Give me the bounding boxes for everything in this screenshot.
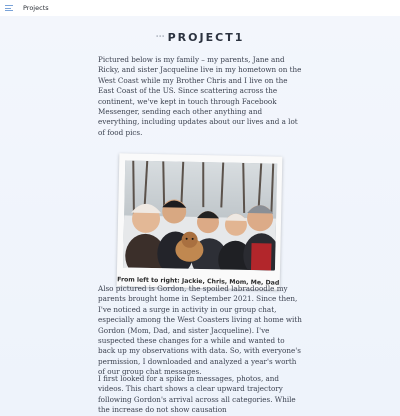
page-header: ⋯ PROJECT1 bbox=[0, 31, 400, 44]
chart-intro-paragraph: I first looked for a spike in messages, … bbox=[98, 374, 296, 415]
top-navigation-bar: Projects bbox=[0, 0, 400, 17]
project-page: ⋯ PROJECT1 Pictured below is my family –… bbox=[0, 16, 400, 414]
page-title: PROJECT1 bbox=[167, 31, 245, 44]
breadcrumb-projects[interactable]: Projects bbox=[23, 4, 49, 12]
ellipsis-icon: ⋯ bbox=[155, 32, 165, 42]
family-photo-image bbox=[123, 160, 278, 271]
gordon-paragraph: Also pictured is Gordon, the spoiled lab… bbox=[98, 284, 302, 377]
family-photo bbox=[123, 160, 278, 271]
family-photo-card: From left to right: Jackie, Chris, Mom, … bbox=[116, 153, 283, 290]
list-icon[interactable] bbox=[5, 5, 13, 11]
intro-paragraph: Pictured below is my family – my parents… bbox=[98, 55, 302, 137]
